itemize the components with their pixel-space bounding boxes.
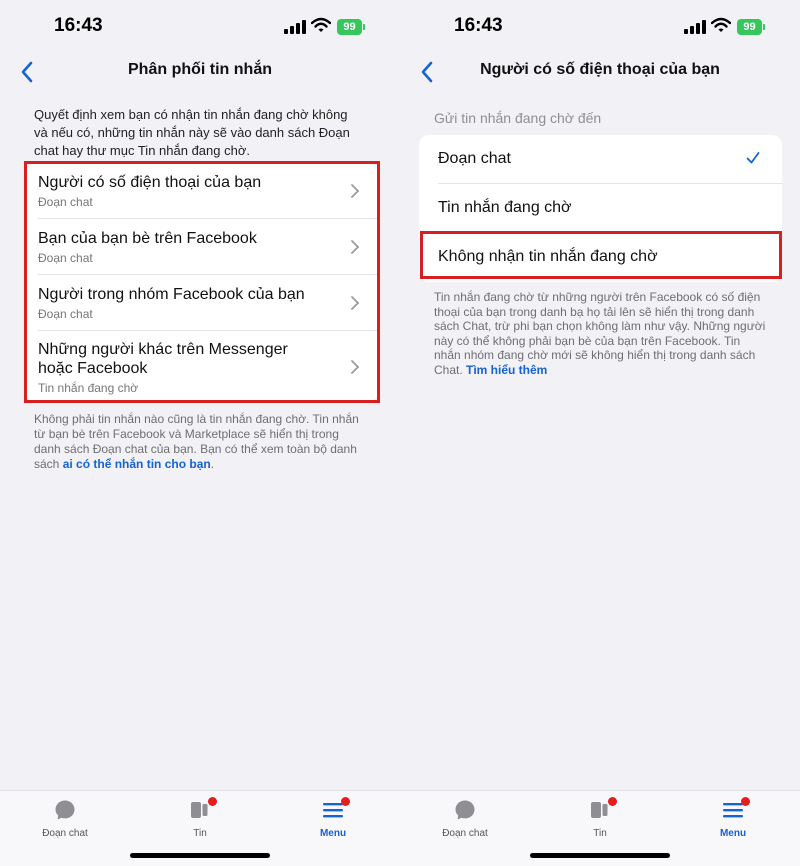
page-description: Quyết định xem bạn có nhận tin nhắn đang…	[34, 107, 350, 158]
page-title: Phân phối tin nhắn	[128, 61, 272, 78]
delivery-settings-list: Người có số điện thoại của bạn Đoạn chat…	[26, 163, 378, 402]
tab-stories[interactable]: Tin	[555, 797, 645, 841]
footer-note: Không phải tin nhắn nào cũng là tin nhắn…	[34, 412, 364, 472]
option-label: Đoạn chat	[438, 150, 511, 167]
status-time: 16:43	[454, 15, 503, 36]
tab-stories[interactable]: Tin	[155, 797, 245, 841]
options-note: Tin nhắn đang chờ từ những người trên Fa…	[434, 290, 769, 377]
wifi-icon	[311, 17, 331, 32]
who-can-message-link[interactable]: ai có thể nhắn tin cho bạn	[63, 457, 211, 471]
checkmark-icon	[746, 152, 760, 164]
tab-menu[interactable]: Menu	[688, 797, 778, 841]
status-bar: 16:43 99	[0, 0, 400, 50]
list-item-subtitle: Đoạn chat	[38, 307, 93, 321]
list-item-title: Những người khác trên Messenger hoặc Fac…	[38, 341, 288, 377]
cellular-signal-icon	[684, 20, 706, 34]
option-pending-messages[interactable]: Tin nhắn đang chờ	[419, 184, 782, 233]
chevron-right-icon	[351, 360, 360, 374]
notification-badge	[208, 797, 217, 806]
tab-label: Tin	[193, 828, 207, 839]
notification-badge	[741, 797, 750, 806]
list-item-title: Người có số điện thoại của bạn	[38, 174, 262, 191]
tab-label: Menu	[719, 828, 747, 839]
notification-badge	[608, 797, 617, 806]
tab-label: Đoạn chat	[42, 828, 88, 839]
delivery-options-list: Đoạn chat Tin nhắn đang chờ Không nhận t…	[419, 135, 782, 282]
status-time: 16:43	[54, 15, 103, 36]
back-chevron-icon[interactable]	[416, 58, 440, 86]
list-item-title: Bạn của bạn bè trên Facebook	[38, 230, 257, 247]
right-screen: 16:43 99 Người có số điện thoại của bạn …	[400, 0, 800, 866]
list-item-title: Người trong nhóm Facebook của bạn	[38, 286, 305, 303]
tab-label: Tin	[593, 828, 607, 839]
list-item-subtitle: Đoạn chat	[38, 251, 93, 265]
tab-label: Menu	[319, 828, 347, 839]
page-title: Người có số điện thoại của bạn	[480, 61, 720, 78]
nav-header: Phân phối tin nhắn	[0, 52, 400, 92]
chevron-right-icon	[351, 184, 360, 198]
wifi-icon	[711, 17, 731, 32]
chat-bubble-icon	[55, 800, 75, 820]
chevron-right-icon	[351, 240, 360, 254]
list-item-phone-contacts[interactable]: Người có số điện thoại của bạn Đoạn chat	[26, 163, 378, 219]
home-indicator	[530, 853, 670, 858]
list-item-subtitle: Đoạn chat	[38, 195, 93, 209]
chat-bubble-icon	[455, 800, 475, 820]
section-header: Gửi tin nhắn đang chờ đến	[434, 110, 602, 126]
tab-chats[interactable]: Đoạn chat	[420, 797, 510, 841]
cellular-signal-icon	[284, 20, 306, 34]
battery-icon: 99	[737, 19, 766, 35]
list-item-facebook-groups[interactable]: Người trong nhóm Facebook của bạn Đoạn c…	[26, 275, 378, 331]
left-screen: 16:43 99 Phân phối tin nhắn Quyết định x…	[0, 0, 400, 866]
list-item-friends-of-friends[interactable]: Bạn của bạn bè trên Facebook Đoạn chat	[26, 219, 378, 275]
battery-icon: 99	[337, 19, 366, 35]
list-item-subtitle: Tin nhắn đang chờ	[38, 381, 139, 395]
back-chevron-icon[interactable]	[16, 58, 40, 86]
option-label: Không nhận tin nhắn đang chờ	[438, 248, 658, 265]
tab-menu[interactable]: Menu	[288, 797, 378, 841]
option-dont-receive[interactable]: Không nhận tin nhắn đang chờ	[419, 233, 782, 282]
tab-label: Đoạn chat	[442, 828, 488, 839]
option-label: Tin nhắn đang chờ	[438, 199, 572, 216]
notification-badge	[341, 797, 350, 806]
list-item-others-on-messenger[interactable]: Những người khác trên Messenger hoặc Fac…	[26, 331, 378, 402]
option-chats[interactable]: Đoạn chat	[419, 135, 782, 184]
status-bar: 16:43 99	[400, 0, 800, 50]
tab-chats[interactable]: Đoạn chat	[20, 797, 110, 841]
footer-end: .	[210, 457, 215, 471]
chevron-right-icon	[351, 296, 360, 310]
nav-header: Người có số điện thoại của bạn	[400, 52, 800, 92]
home-indicator	[130, 853, 270, 858]
learn-more-link[interactable]: Tìm hiểu thêm	[466, 363, 547, 377]
